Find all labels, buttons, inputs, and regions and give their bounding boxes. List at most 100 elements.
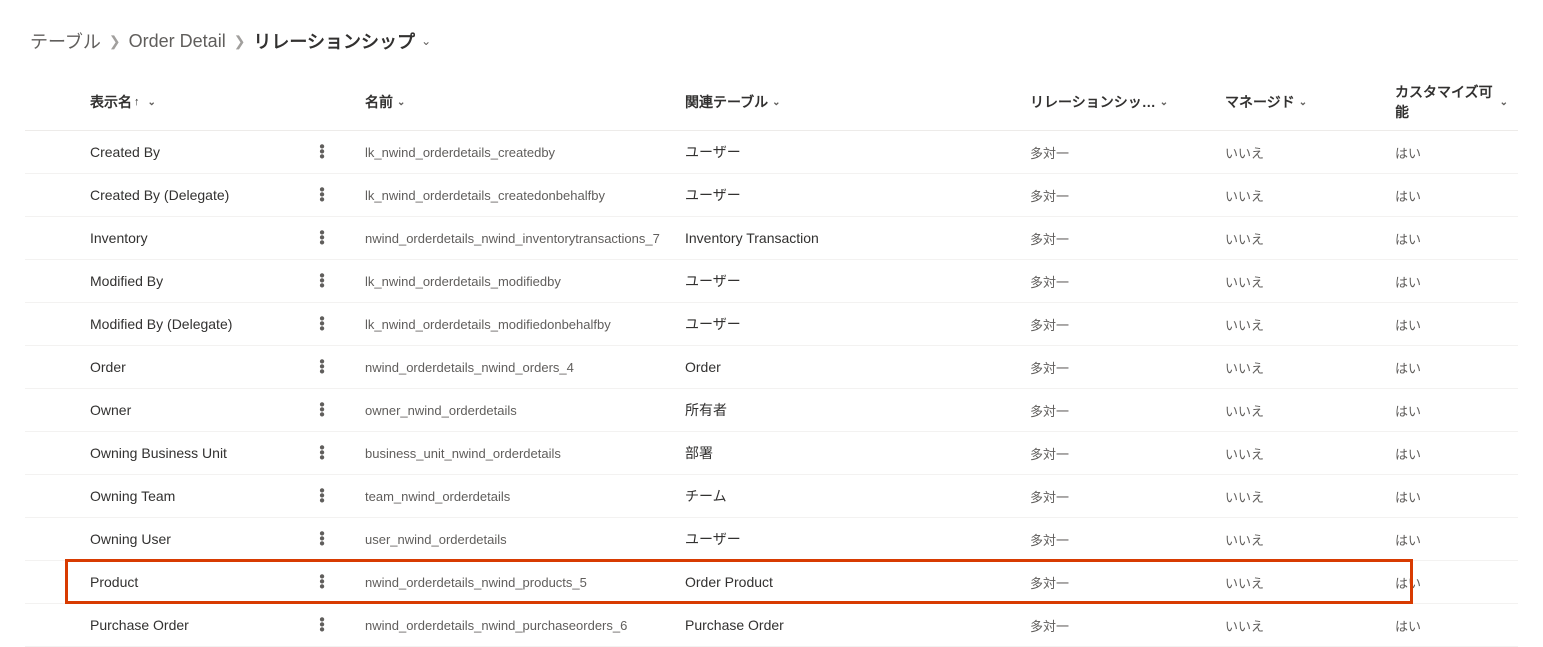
header-display-name-label: 表示名	[90, 92, 132, 112]
cell-display-name[interactable]: Owning Team •••	[80, 488, 355, 504]
cell-display-name[interactable]: Purchase Order•••	[80, 617, 355, 633]
chevron-down-icon[interactable]: ⌄	[772, 97, 780, 108]
breadcrumb-root[interactable]: テーブル	[30, 28, 101, 54]
table-row[interactable]: Modified By (Delegate) ••• lk_nwind_orderd…	[25, 303, 1518, 346]
table-row[interactable]: Created By•••lk_nwind_orderdetails_creat…	[25, 131, 1518, 174]
cell-customizable: はい	[1385, 401, 1518, 420]
cell-related-table: ユーザー	[675, 142, 1020, 162]
sort-ascending-icon: ↑	[134, 96, 140, 108]
more-actions-icon[interactable]: •••	[317, 575, 327, 590]
cell-relationship-type: 多対一	[1020, 487, 1215, 506]
chevron-down-icon[interactable]: ⌄	[1299, 97, 1307, 108]
more-actions-icon[interactable]: •••	[317, 403, 327, 418]
more-actions-icon[interactable]: •••	[317, 489, 327, 504]
cell-display-name[interactable]: Owning Business Unit •••	[80, 445, 355, 461]
table-row[interactable]: Owning Team•••team_nwind_orderdetailsチーム…	[25, 475, 1518, 518]
cell-managed: いいえ	[1215, 487, 1385, 506]
cell-managed: いいえ	[1215, 186, 1385, 205]
cell-managed: いいえ	[1215, 358, 1385, 377]
cell-customizable: はい	[1385, 530, 1518, 549]
header-related-table[interactable]: 関連テーブル ⌄	[675, 92, 1020, 112]
cell-display-name-text: Owning Business Unit	[90, 445, 227, 461]
cell-relationship-type: 多対一	[1020, 143, 1215, 162]
cell-related-table: Purchase Order	[675, 617, 1020, 633]
more-actions-icon[interactable]: •••	[317, 360, 327, 375]
cell-display-name-text: Owning Team	[90, 488, 175, 504]
cell-customizable: はい	[1385, 616, 1518, 635]
breadcrumb-table[interactable]: Order Detail	[129, 31, 226, 52]
cell-relationship-type: 多対一	[1020, 444, 1215, 463]
more-actions-icon[interactable]: •••	[317, 274, 327, 289]
cell-display-name[interactable]: Created By •••	[80, 144, 355, 160]
cell-managed: いいえ	[1215, 530, 1385, 549]
cell-display-name[interactable]: Created By (Delegate) •••	[80, 187, 355, 203]
cell-customizable: はい	[1385, 229, 1518, 248]
chevron-down-icon[interactable]: ⌄	[1500, 97, 1508, 108]
header-relationship-type[interactable]: リレーションシッ… ⌄	[1020, 92, 1215, 112]
chevron-right-icon: ❯	[109, 33, 121, 50]
cell-display-name-text: Product	[90, 574, 138, 590]
more-actions-icon[interactable]: •••	[317, 618, 327, 633]
breadcrumb: テーブル ❯ Order Detail ❯ リレーションシップ ⌄	[0, 20, 1543, 74]
cell-managed: いいえ	[1215, 229, 1385, 248]
more-actions-icon[interactable]: •••	[317, 317, 327, 332]
header-custom-label: カスタマイズ可能	[1395, 82, 1496, 122]
cell-display-name[interactable]: Modified By (Delegate) •••	[80, 316, 355, 332]
table-row[interactable]: Purchase Order•••nwind_orderdetails_nwin…	[25, 604, 1518, 647]
table-row[interactable]: Product•••nwind_orderdetails_nwind_produ…	[25, 561, 1518, 604]
cell-display-name[interactable]: Order •••	[80, 359, 355, 375]
header-managed[interactable]: マネージド ⌄	[1215, 92, 1385, 112]
more-actions-icon[interactable]: •••	[317, 532, 327, 547]
table-row[interactable]: Owning User•••user_nwind_orderdetailsユーザ…	[25, 518, 1518, 561]
cell-managed: いいえ	[1215, 573, 1385, 592]
cell-display-name[interactable]: Modified By •••	[80, 273, 355, 289]
cell-display-name[interactable]: Owning User •••	[80, 531, 355, 547]
chevron-down-icon[interactable]: ⌄	[148, 97, 156, 108]
cell-managed: いいえ	[1215, 143, 1385, 162]
header-reltype-label: リレーションシッ…	[1030, 92, 1156, 112]
table-row[interactable]: Modified By•••lk_nwind_orderdetails_modi…	[25, 260, 1518, 303]
chevron-down-icon[interactable]: ⌄	[421, 34, 431, 48]
cell-display-name[interactable]: Inventory •••	[80, 230, 355, 246]
table-row[interactable]: Inventory ••• nwind_orderdetails_nwind_inv…	[25, 217, 1518, 260]
cell-managed: いいえ	[1215, 272, 1385, 291]
cell-managed: いいえ	[1215, 315, 1385, 334]
cell-name: nwind_orderdetails_nwind_inventorytransa…	[355, 231, 675, 246]
header-name[interactable]: 名前 ⌄	[355, 92, 675, 112]
more-actions-icon[interactable]: •••	[317, 188, 327, 203]
more-actions-icon[interactable]: •••	[317, 145, 327, 160]
more-actions-icon[interactable]: •••	[317, 231, 327, 246]
table-row[interactable]: Owner•••owner_nwind_orderdetails所有者多対一いい…	[25, 389, 1518, 432]
cell-name: owner_nwind_orderdetails	[355, 403, 675, 418]
cell-customizable: はい	[1385, 444, 1518, 463]
cell-customizable: はい	[1385, 573, 1518, 592]
cell-name: lk_nwind_orderdetails_modifiedonbehalfby	[355, 317, 675, 332]
cell-display-name-text: Owner	[90, 402, 131, 418]
cell-customizable: はい	[1385, 186, 1518, 205]
more-actions-icon[interactable]: •••	[317, 446, 327, 461]
cell-display-name-text: Modified By	[90, 273, 163, 289]
cell-display-name-text: Owning User	[90, 531, 171, 547]
relationships-table: 表示名 ↑ ⌄ 名前 ⌄ 関連テーブル ⌄ リレーションシッ… ⌄ マネージド …	[0, 74, 1543, 647]
cell-display-name-text: Inventory	[90, 230, 148, 246]
cell-display-name[interactable]: Product •••	[80, 574, 355, 590]
cell-relationship-type: 多対一	[1020, 272, 1215, 291]
cell-relationship-type: 多対一	[1020, 229, 1215, 248]
chevron-down-icon[interactable]: ⌄	[397, 97, 405, 108]
cell-display-name-text: Created By (Delegate)	[90, 187, 229, 203]
cell-display-name-text: Created By	[90, 144, 160, 160]
cell-managed: いいえ	[1215, 616, 1385, 635]
cell-managed: いいえ	[1215, 444, 1385, 463]
table-row[interactable]: Order•••nwind_orderdetails_nwind_orders_…	[25, 346, 1518, 389]
header-display-name[interactable]: 表示名 ↑ ⌄	[80, 92, 355, 112]
cell-related-table: チーム	[675, 486, 1020, 506]
chevron-down-icon[interactable]: ⌄	[1160, 97, 1168, 108]
cell-relationship-type: 多対一	[1020, 186, 1215, 205]
table-row[interactable]: Owning Business Unit•••business_unit_nwi…	[25, 432, 1518, 475]
table-row[interactable]: Created By (Delegate)•••lk_nwind_orderde…	[25, 174, 1518, 217]
cell-display-name-text: Order	[90, 359, 126, 375]
cell-display-name-text: Modified By (Delegate)	[90, 316, 232, 332]
cell-display-name[interactable]: Owner •••	[80, 402, 355, 418]
breadcrumb-current[interactable]: リレーションシップ	[253, 28, 415, 54]
header-customizable[interactable]: カスタマイズ可能 ⌄	[1385, 82, 1518, 122]
